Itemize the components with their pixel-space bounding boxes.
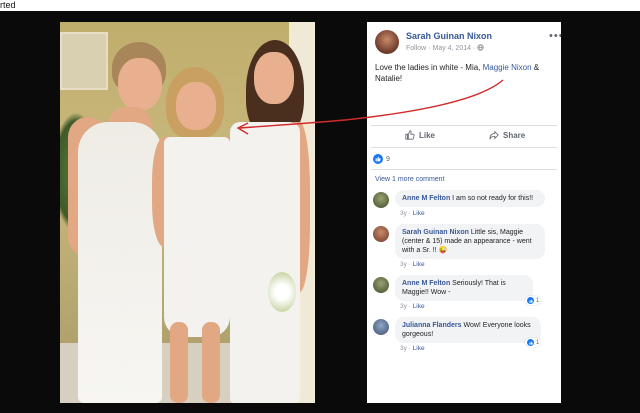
thumbs-up-icon [405, 130, 415, 140]
commenter-name[interactable]: Sarah Guinan Nixon [402, 229, 469, 236]
divider [371, 147, 557, 148]
divider [371, 169, 557, 170]
comment-item: Julianna Flanders Wow! Everyone looks go… [373, 317, 557, 353]
post-meta: Follow · May 4, 2014 · [406, 44, 484, 52]
divider [371, 125, 557, 126]
comment-footer: 3y · Like [400, 345, 425, 352]
post-header: Sarah Guinan Nixon Follow · May 4, 2014 … [375, 30, 561, 56]
like-reaction-icon [527, 297, 534, 304]
comment-footer: 3y · Like [400, 210, 425, 217]
person-right [220, 22, 315, 403]
post-actions: Like Share [371, 128, 557, 146]
window-title-strip: rted [0, 0, 640, 11]
post-date[interactable]: May 4, 2014 [432, 45, 471, 52]
comment-like-link[interactable]: Like [413, 261, 425, 268]
comment-item: Anne M Felton Seriously! That is Maggie!… [373, 275, 557, 311]
comment-reaction-count[interactable]: 1 [525, 296, 542, 305]
commenter-avatar[interactable] [373, 192, 389, 208]
comment-bubble: Julianna Flanders Wow! Everyone looks go… [395, 317, 541, 343]
view-more-comments-link[interactable]: View 1 more comment [375, 176, 445, 183]
like-reaction-icon [527, 339, 534, 346]
commenter-name[interactable]: Anne M Felton [402, 195, 450, 202]
post-photo[interactable] [60, 22, 315, 403]
post-side-panel: Sarah Guinan Nixon Follow · May 4, 2014 … [367, 22, 561, 403]
comment-bubble: Sarah Guinan Nixon Little sis, Maggie (c… [395, 224, 545, 259]
reaction-count: 9 [386, 155, 390, 163]
author-avatar[interactable] [375, 30, 399, 54]
tagged-user-link[interactable]: Maggie Nixon [483, 63, 532, 72]
window-title-fragment: rted [0, 0, 16, 10]
comment-bubble: Anne M Felton Seriously! That is Maggie!… [395, 275, 533, 301]
share-button[interactable]: Share [489, 130, 525, 140]
comment-like-link[interactable]: Like [413, 345, 425, 352]
like-reaction-icon [373, 154, 383, 164]
comment-reaction-count[interactable]: 1 [525, 338, 542, 347]
author-name[interactable]: Sarah Guinan Nixon [406, 31, 492, 41]
commenter-name[interactable]: Anne M Felton [402, 280, 450, 287]
post-caption: Love the ladies in white - Mia, Maggie N… [375, 63, 540, 83]
comment-item: Sarah Guinan Nixon Little sis, Maggie (c… [373, 224, 557, 270]
follow-link[interactable]: Follow [406, 45, 426, 52]
like-button[interactable]: Like [405, 130, 435, 140]
globe-icon [477, 44, 484, 51]
commenter-avatar[interactable] [373, 277, 389, 293]
corsage [268, 272, 296, 312]
share-arrow-icon [489, 130, 499, 140]
comment-bubble: Anne M Felton I am so not ready for this… [395, 190, 545, 207]
commenter-name[interactable]: Julianna Flanders [402, 322, 462, 329]
comment-footer: 3y · Like [400, 261, 425, 268]
commenter-avatar[interactable] [373, 226, 389, 242]
commenter-avatar[interactable] [373, 319, 389, 335]
comment-footer: 3y · Like [400, 303, 425, 310]
comment-like-link[interactable]: Like [413, 210, 425, 217]
more-options-ellipsis-icon[interactable]: ••• [549, 30, 561, 42]
comment-like-link[interactable]: Like [413, 303, 425, 310]
reaction-summary[interactable]: 9 [373, 153, 390, 165]
comment-item: Anne M Felton I am so not ready for this… [373, 190, 557, 220]
